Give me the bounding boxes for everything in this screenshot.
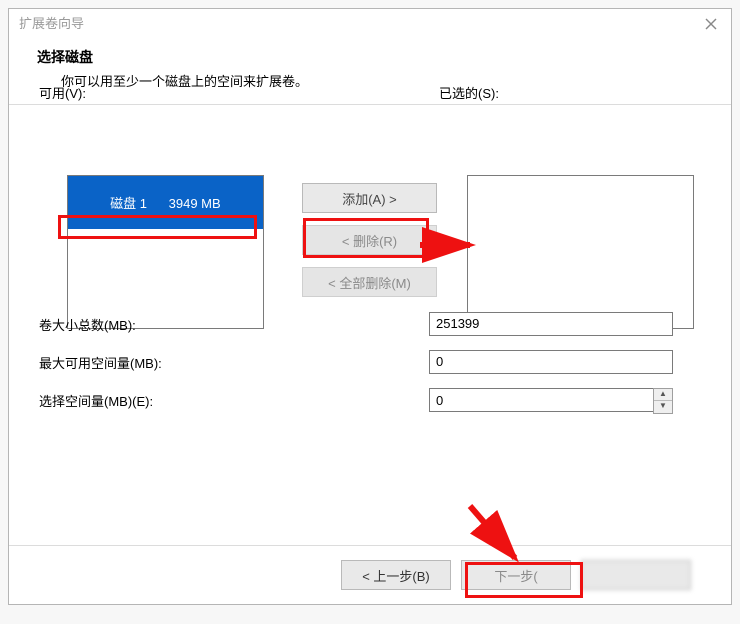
total-size-label: 卷大小总数(MB): xyxy=(39,315,429,334)
selected-label: 已选的(S): xyxy=(439,83,499,102)
spinner-arrows[interactable]: ▲ ▼ xyxy=(653,388,673,414)
total-size-value: 251399 xyxy=(429,312,673,336)
wizard-header: 选择磁盘 你可以用至少一个磁盘上的空间来扩展卷。 xyxy=(9,39,731,104)
window-title: 扩展卷向导 xyxy=(19,16,84,31)
choose-space-input[interactable] xyxy=(429,388,661,412)
back-button[interactable]: < 上一步(B) xyxy=(341,560,451,590)
transfer-buttons: 添加(A) > < 删除(R) < 全部删除(M) xyxy=(302,183,437,309)
close-icon xyxy=(704,17,718,31)
page-subtitle: 你可以用至少一个磁盘上的空间来扩展卷。 xyxy=(37,71,703,90)
wizard-footer: < 上一步(B) 下一步( xyxy=(9,545,731,604)
remove-all-button: < 全部删除(M) xyxy=(302,267,437,297)
choose-space-label: 选择空间量(MB)(E): xyxy=(39,391,429,410)
max-space-row: 最大可用空间量(MB): 0 xyxy=(39,343,701,381)
total-size-row: 卷大小总数(MB): 251399 xyxy=(39,305,701,343)
page-title: 选择磁盘 xyxy=(37,47,703,67)
max-space-label: 最大可用空间量(MB): xyxy=(39,353,429,372)
titlebar: 扩展卷向导 xyxy=(9,9,731,39)
spinner-up-icon[interactable]: ▲ xyxy=(654,389,672,401)
add-button[interactable]: 添加(A) > xyxy=(302,183,437,213)
size-fields: 卷大小总数(MB): 251399 最大可用空间量(MB): 0 选择空间量(M… xyxy=(39,305,701,419)
disk-name: 磁盘 1 xyxy=(110,196,147,211)
remove-button: < 删除(R) xyxy=(302,225,437,255)
close-button[interactable] xyxy=(701,14,721,34)
choose-space-spinner[interactable]: ▲ ▼ xyxy=(429,388,673,412)
disk-size: 3949 MB xyxy=(169,196,221,211)
next-button[interactable]: 下一步( xyxy=(461,560,571,590)
cancel-button[interactable] xyxy=(581,560,691,590)
available-label: 可用(V): xyxy=(39,83,86,102)
wizard-dialog: 扩展卷向导 选择磁盘 你可以用至少一个磁盘上的空间来扩展卷。 可用(V): 已选… xyxy=(8,8,732,605)
max-space-value: 0 xyxy=(429,350,673,374)
choose-space-row: 选择空间量(MB)(E): ▲ ▼ xyxy=(39,381,701,419)
available-disk-item[interactable]: 磁盘 1 3949 MB xyxy=(68,176,263,229)
spinner-down-icon[interactable]: ▼ xyxy=(654,401,672,412)
